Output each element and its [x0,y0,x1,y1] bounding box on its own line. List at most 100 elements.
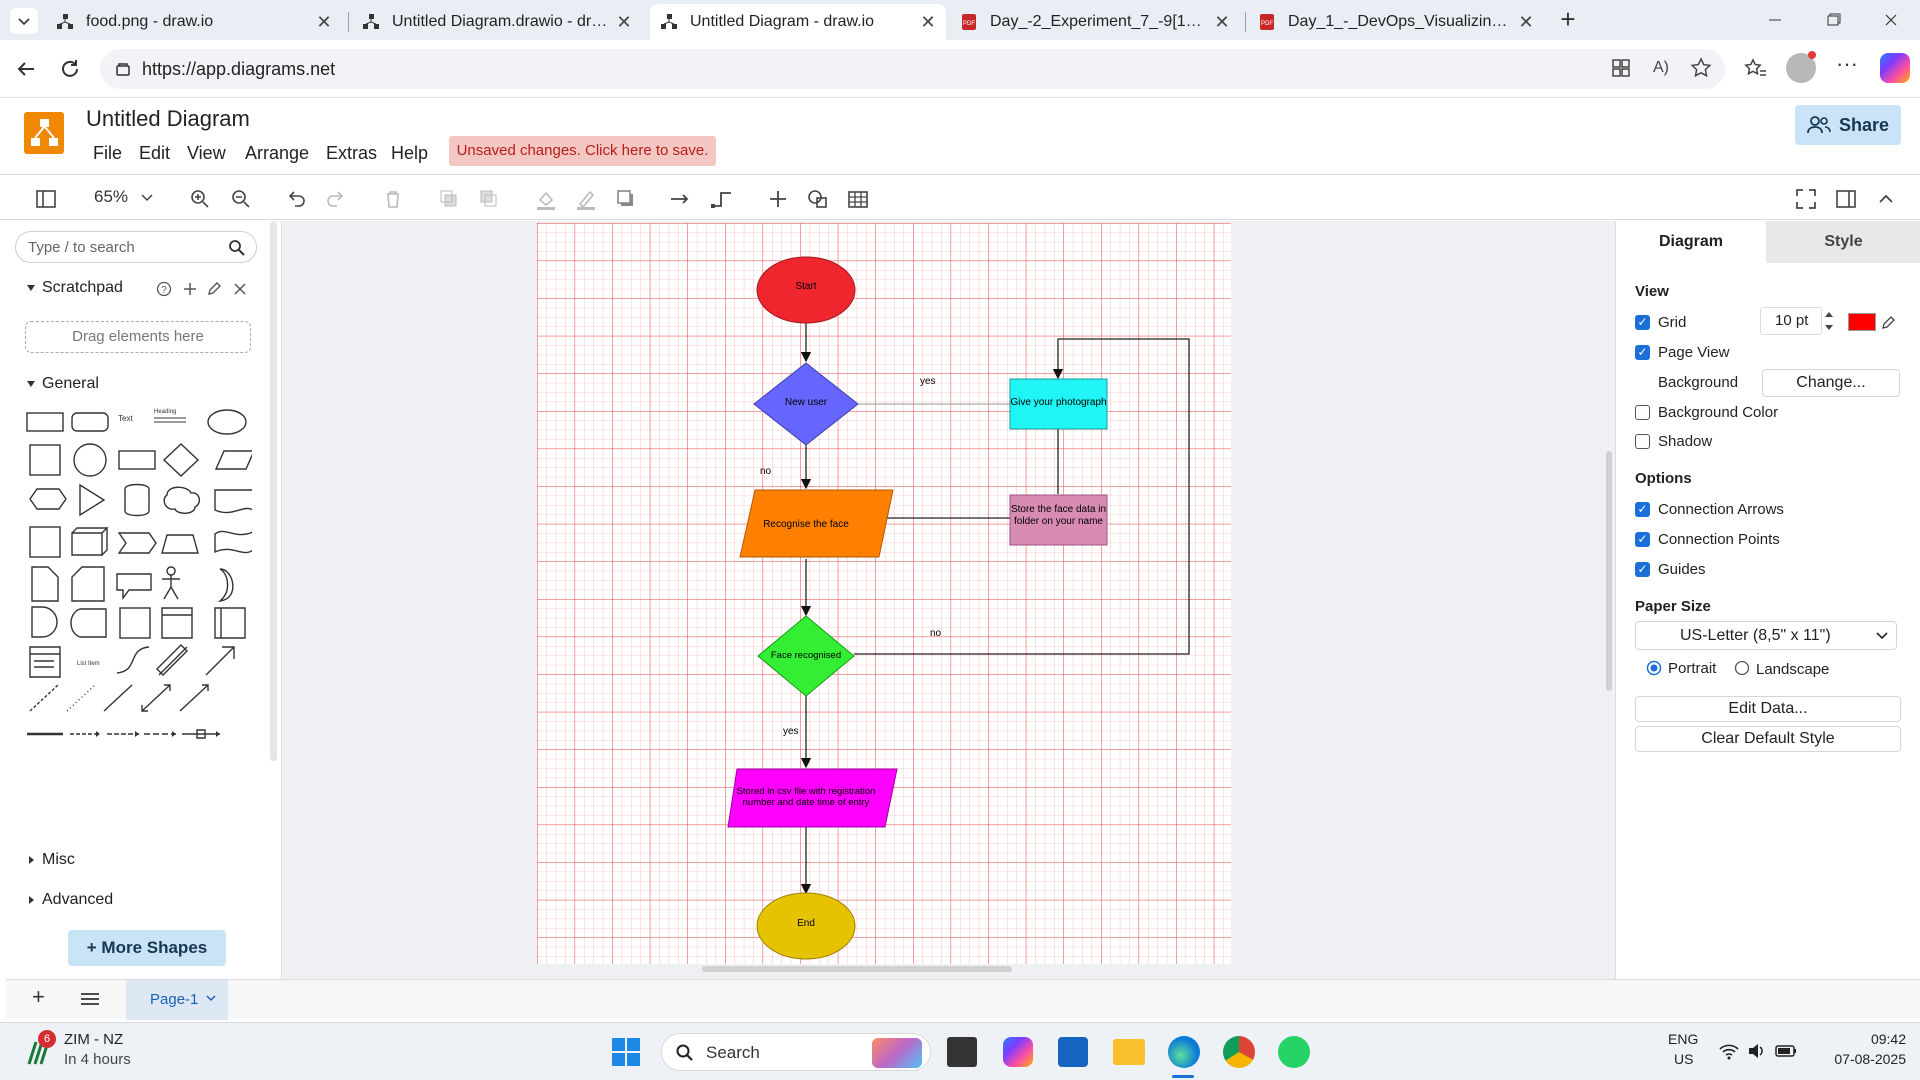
collapse-chevron-up-icon[interactable] [1873,186,1899,212]
browser-tab-food[interactable]: food.png - draw.io ✕ [46,4,342,40]
browser-tab-pdf-devops[interactable]: PDF Day_1_-_DevOps_Visualizing_Tools ✕ [1248,4,1544,40]
table-icon[interactable] [845,186,871,212]
shadow-icon[interactable] [613,186,639,212]
tab-diagram[interactable]: Diagram [1616,221,1766,263]
menu-file[interactable]: File [93,143,122,164]
favorite-star-icon[interactable] [1688,55,1714,81]
copilot-taskbar-icon[interactable] [1003,1037,1033,1067]
sidebar-scrollbar[interactable] [270,221,277,761]
fullscreen-icon[interactable] [1793,186,1819,212]
grid-checkbox[interactable]: ✓ [1635,315,1650,330]
change-background-button[interactable]: Change... [1762,369,1900,397]
tab-style[interactable]: Style [1766,221,1920,263]
windows-start-icon[interactable] [611,1037,641,1067]
page-view-checkbox[interactable]: ✓ [1635,345,1650,360]
language-label[interactable]: ENG [1668,1031,1698,1047]
insert-shapes-icon[interactable] [805,186,831,212]
more-options-icon[interactable]: ··· [1834,53,1860,81]
chrome-browser-icon[interactable] [1223,1036,1255,1068]
delete-icon[interactable] [380,186,406,212]
menu-extras[interactable]: Extras [326,143,377,164]
general-section-header[interactable]: General [26,375,99,393]
browser-tab-untitled-drawio[interactable]: Untitled Diagram.drawio - draw.io ✕ [352,4,642,40]
url-field[interactable]: https://app.diagrams.net [100,49,1725,89]
menu-help[interactable]: Help [391,143,428,164]
new-tab-plus-icon[interactable]: + [1554,6,1582,34]
file-explorer-icon[interactable] [1113,1039,1145,1065]
more-shapes-button[interactable]: + More Shapes [68,930,226,966]
site-info-icon[interactable] [114,60,132,78]
canvas-scrollbar[interactable] [1606,451,1612,691]
zoom-dropdown-icon[interactable] [141,193,153,203]
edit-pencil-icon[interactable] [206,281,222,297]
canvas-horizontal-scrollbar[interactable] [702,966,1012,972]
scratchpad-header[interactable]: Scratchpad [26,279,123,297]
grid-size-stepper-icon[interactable] [1824,309,1834,333]
diagram-page[interactable] [537,223,1231,964]
connection-points-checkbox[interactable]: ✓ [1635,532,1650,547]
pages-menu-icon[interactable] [80,991,100,1007]
to-back-icon[interactable] [476,186,502,212]
page-tab-1[interactable]: Page-1 [126,980,228,1020]
advanced-section-header[interactable]: Advanced [26,891,113,909]
format-sidebar-icon[interactable] [1833,186,1859,212]
close-icon[interactable]: ✕ [1214,12,1230,33]
shadow-checkbox[interactable] [1635,434,1650,449]
unsaved-changes-banner[interactable]: Unsaved changes. Click here to save. [449,136,716,166]
heading-shape[interactable]: Heading [154,409,186,429]
menu-edit[interactable]: Edit [139,143,170,164]
task-view-icon[interactable] [947,1037,977,1067]
weather-title[interactable]: ZIM - NZ [64,1031,123,1048]
browser-tab-pdf-experiment[interactable]: PDF Day_-2_Experiment_7_-9[1].pdf ✕ [950,4,1240,40]
guides-checkbox[interactable]: ✓ [1635,562,1650,577]
fill-color-icon[interactable] [533,186,559,212]
copilot-icon[interactable] [1880,53,1910,83]
close-icon[interactable]: ✕ [316,12,332,33]
text-shape-label[interactable]: Text [118,414,133,423]
close-icon[interactable]: ✕ [1518,12,1534,33]
edit-data-button[interactable]: Edit Data... [1635,696,1901,722]
clock-time[interactable]: 09:42 [1836,1031,1906,1047]
clear-default-style-button[interactable]: Clear Default Style [1635,726,1901,752]
zoom-level[interactable]: 65% [94,187,128,207]
close-icon[interactable]: ✕ [920,12,936,33]
read-aloud-icon[interactable]: A) [1648,55,1674,81]
scratchpad-drop-zone[interactable]: Drag elements here [25,321,251,353]
drawio-logo[interactable] [24,112,64,154]
grid-color-swatch[interactable] [1848,313,1876,331]
add-icon[interactable] [182,281,198,297]
format-panel-toggle-icon[interactable] [33,186,59,212]
zoom-out-icon[interactable] [228,186,254,212]
color-picker-pencil-icon[interactable] [1880,313,1896,331]
zoom-in-icon[interactable] [187,186,213,212]
shape-search-input[interactable]: Type / to search [15,231,257,263]
taskbar-search-box[interactable]: Search [661,1033,931,1071]
tab-actions-button[interactable] [10,8,38,34]
landscape-radio[interactable] [1734,660,1750,676]
to-front-icon[interactable] [436,186,462,212]
insert-plus-icon[interactable] [765,186,791,212]
battery-icon[interactable] [1774,1041,1798,1061]
share-button[interactable]: Share [1795,105,1901,145]
background-color-checkbox[interactable] [1635,405,1650,420]
portrait-radio[interactable] [1646,660,1662,676]
edge-browser-icon[interactable] [1168,1036,1200,1068]
wifi-icon[interactable] [1718,1041,1740,1061]
minimize-icon[interactable] [1760,8,1790,32]
misc-section-header[interactable]: Misc [26,851,75,869]
menu-arrange[interactable]: Arrange [245,143,309,164]
redo-icon[interactable] [323,186,349,212]
browser-tab-active[interactable]: Untitled Diagram - draw.io ✕ [650,4,946,40]
close-icon[interactable] [232,281,248,297]
list-item-shape-label[interactable]: List Item [77,661,100,667]
line-color-icon[interactable] [573,186,599,212]
waypoints-orthogonal-icon[interactable] [709,186,735,212]
microsoft-store-icon[interactable] [1058,1037,1088,1067]
general-shapes-palette[interactable] [22,403,252,843]
favorites-icon[interactable] [1742,55,1768,81]
add-page-plus-icon[interactable]: + [32,984,45,1010]
grid-size-input[interactable]: 10 pt [1760,307,1822,335]
search-icon[interactable] [228,239,246,257]
profile-avatar[interactable] [1786,51,1816,83]
menu-view[interactable]: View [187,143,226,164]
